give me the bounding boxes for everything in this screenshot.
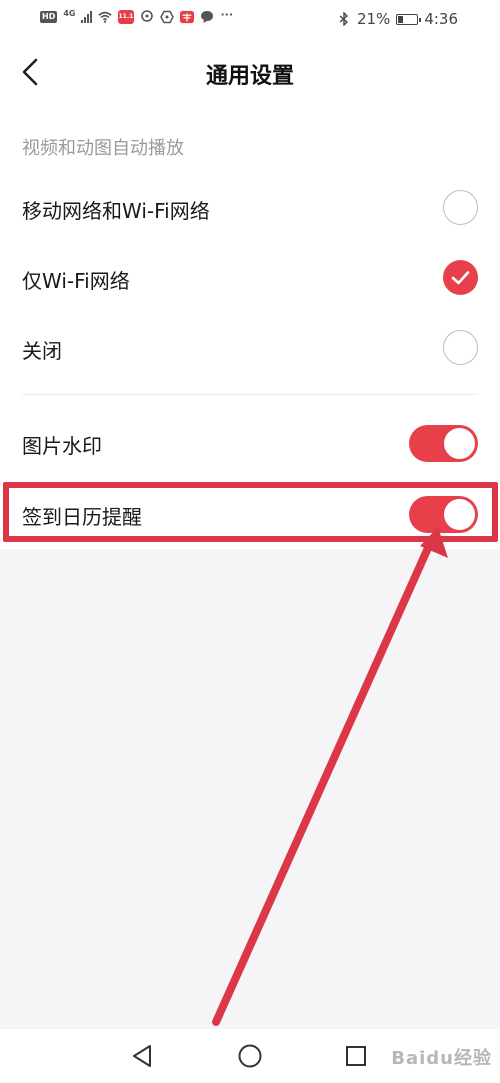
- gift-app-icon: [180, 10, 195, 24]
- battery-percent: 21%: [356, 10, 391, 28]
- checkmark-icon: [451, 271, 470, 285]
- option-label: 关闭: [22, 339, 62, 363]
- page-title: 通用设置: [205, 64, 294, 89]
- toggle-knob: [444, 428, 475, 459]
- status-left: HD 4G 11.11 ···: [40, 7, 234, 24]
- signal-icon: [81, 11, 93, 23]
- wifi-icon: [98, 11, 113, 23]
- option-label: 移动网络和Wi-Fi网络: [22, 199, 210, 223]
- hd-badge: HD: [40, 11, 58, 23]
- shopping-app-icon: 11.11: [118, 10, 137, 24]
- divider: [22, 394, 478, 395]
- screen: HD 4G 11.11 ··· 21% 4:36 通用设置 视频和动图自动播放 …: [0, 0, 500, 1083]
- option-off[interactable]: 关闭: [0, 313, 500, 383]
- message-icon: [201, 11, 214, 23]
- option-wifi-only[interactable]: 仅Wi-Fi网络: [0, 243, 500, 313]
- option-label: 仅Wi-Fi网络: [22, 269, 130, 293]
- toggle-row-checkin-reminder[interactable]: 签到日历提醒: [0, 479, 500, 549]
- status-bar: HD 4G 11.11 ··· 21% 4:36: [0, 0, 500, 38]
- toggle-label: 签到日历提醒: [22, 505, 142, 529]
- network-type: 4G: [63, 8, 76, 18]
- nav-back-button[interactable]: [128, 1041, 158, 1071]
- square-recents-icon: [346, 1046, 366, 1066]
- option-mobile-and-wifi[interactable]: 移动网络和Wi-Fi网络: [0, 173, 500, 243]
- hexagon-icon: [160, 10, 175, 24]
- clock: 4:36: [424, 10, 458, 28]
- more-notifications: ···: [220, 7, 234, 21]
- nav-recents-button[interactable]: [341, 1041, 371, 1071]
- toggle-label: 图片水印: [22, 434, 102, 458]
- toggle-switch[interactable]: [409, 496, 478, 533]
- bluetooth-icon: [339, 12, 348, 26]
- toggle-knob: [444, 499, 475, 530]
- nav-home-button[interactable]: [235, 1041, 265, 1071]
- status-right: 21% 4:36: [337, 10, 458, 28]
- radio-button-checked[interactable]: [443, 260, 478, 295]
- battery-icon: [396, 13, 422, 25]
- circle-home-icon: [238, 1044, 262, 1068]
- location-icon: [141, 10, 154, 22]
- toggle-switch[interactable]: [409, 425, 478, 462]
- watermark: Baidu经验: [391, 1048, 492, 1069]
- radio-button[interactable]: [443, 190, 478, 225]
- settings-list: 视频和动图自动播放 移动网络和Wi-Fi网络 仅Wi-Fi网络 关闭 图片水印: [0, 106, 500, 549]
- header: 通用设置: [0, 38, 500, 106]
- radio-button[interactable]: [443, 330, 478, 365]
- section-label-autoplay: 视频和动图自动播放: [22, 138, 184, 159]
- toggle-row-image-watermark[interactable]: 图片水印: [0, 408, 500, 478]
- triangle-back-icon: [133, 1045, 151, 1067]
- battery-level: [398, 15, 403, 23]
